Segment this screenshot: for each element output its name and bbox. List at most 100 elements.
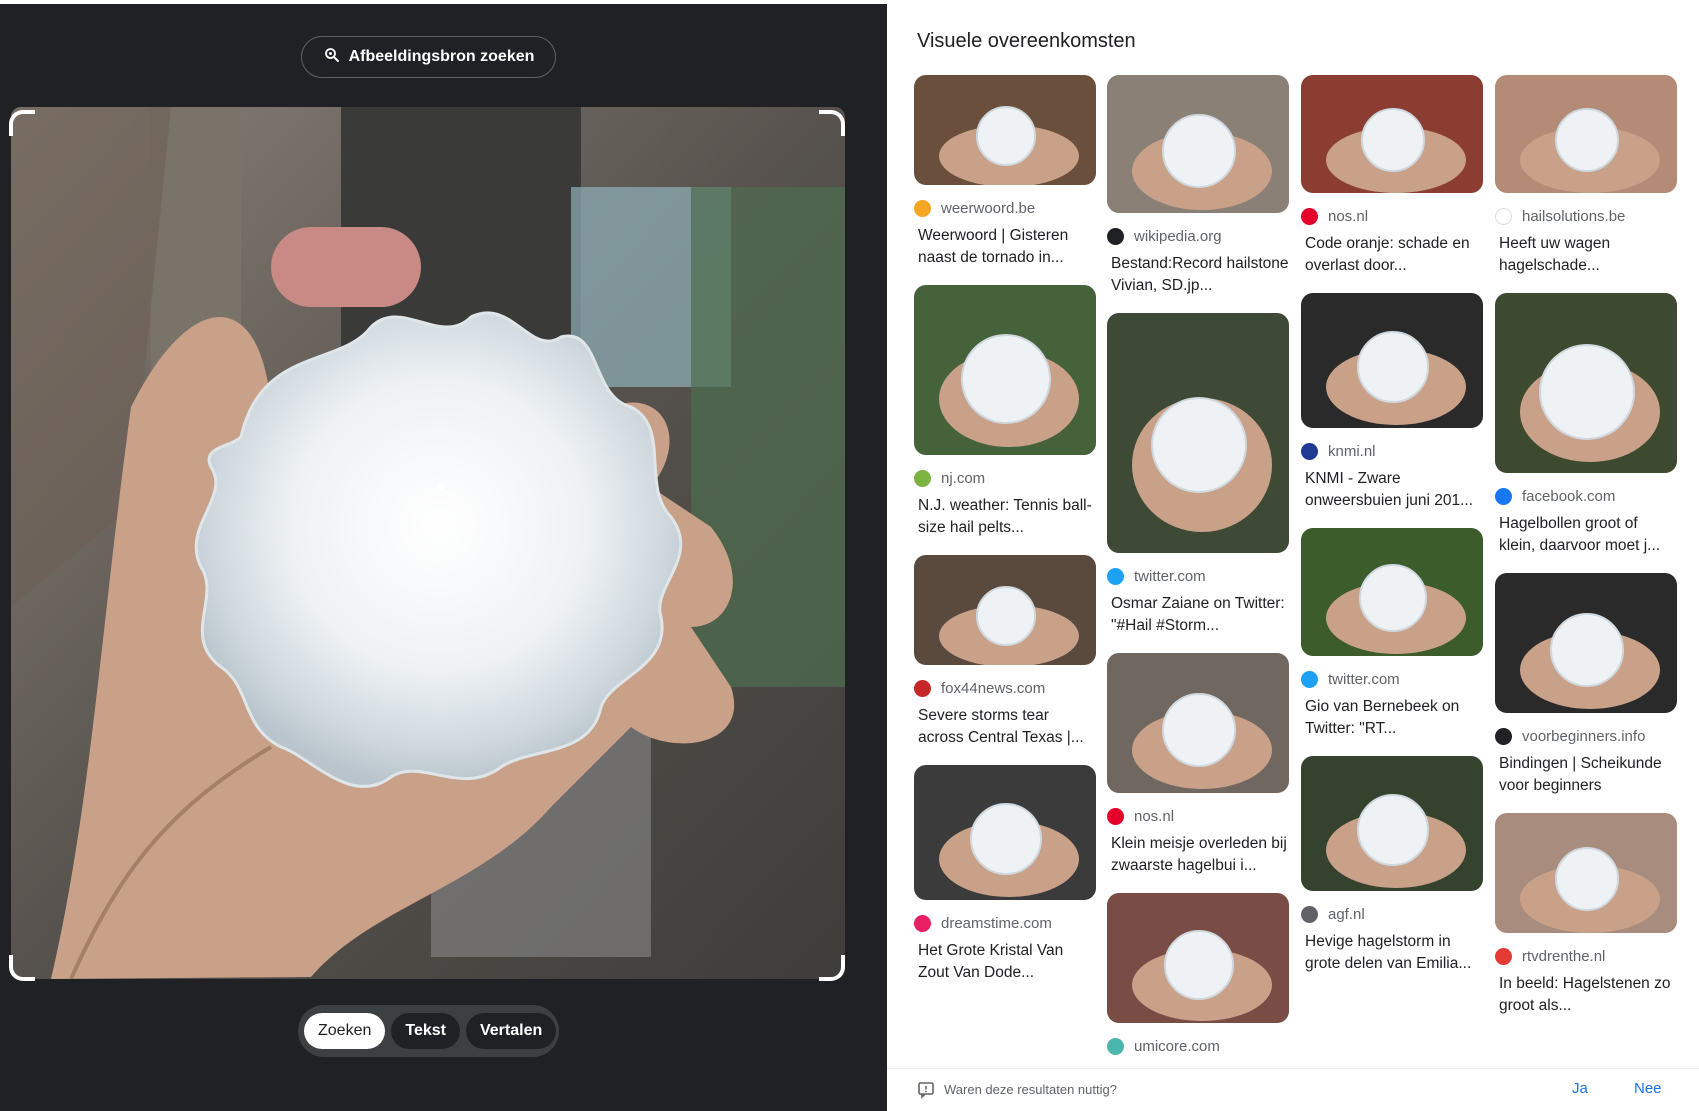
result-title[interactable]: In beeld: Hagelstenen zo groot als... — [1495, 973, 1677, 1017]
result-title[interactable]: Code oranje: schade en overlast door... — [1301, 233, 1483, 277]
result-source-label: facebook.com — [1522, 487, 1616, 505]
result-thumbnail[interactable] — [1301, 293, 1483, 428]
result-thumbnail[interactable] — [1495, 573, 1677, 713]
facebook-icon — [1495, 487, 1512, 505]
result-thumbnail[interactable] — [1107, 653, 1289, 793]
crop-handle-top-right[interactable] — [819, 110, 845, 136]
wikipedia-icon — [1107, 227, 1124, 245]
result-source[interactable]: twitter.com — [1107, 567, 1289, 585]
result-title[interactable]: KNMI - Zware onweersbuien juni 201... — [1301, 468, 1483, 512]
result-source-label: dreamstime.com — [941, 914, 1052, 932]
result-card[interactable]: hailsolutions.be Heeft uw wagen hagelscha… — [1495, 75, 1677, 277]
result-title[interactable]: Heeft uw wagen hagelschade... — [1495, 233, 1677, 277]
result-card[interactable]: facebook.com Hagelbollen groot of klein, … — [1495, 293, 1677, 557]
feedback-icon — [917, 1081, 935, 1099]
feedback-bar: Waren deze resultaten nuttig? Ja Nee — [887, 1068, 1699, 1111]
result-card[interactable]: twitter.com Gio van Bernebeek on Twitter:… — [1301, 528, 1483, 740]
mode-text-button[interactable]: Tekst — [391, 1013, 460, 1049]
result-source[interactable]: knmi.nl — [1301, 442, 1483, 460]
crop-handle-bottom-left[interactable] — [9, 955, 35, 981]
result-source-label: nos.nl — [1134, 807, 1175, 825]
result-title[interactable]: Hagelbollen groot of klein, daarvoor moe… — [1495, 513, 1677, 557]
result-source[interactable]: nos.nl — [1107, 807, 1289, 825]
result-title[interactable]: Klein meisje overleden bij zwaarste hage… — [1107, 833, 1289, 877]
result-source[interactable]: facebook.com — [1495, 487, 1677, 505]
result-thumbnail[interactable] — [1107, 75, 1289, 213]
result-thumbnail[interactable] — [914, 75, 1096, 185]
result-title[interactable]: Osmar Zaiane on Twitter: "#Hail #Storm..… — [1107, 593, 1289, 637]
result-source[interactable]: dreamstime.com — [914, 914, 1096, 932]
feedback-yes-button[interactable]: Ja — [1572, 1080, 1588, 1097]
result-card[interactable]: knmi.nl KNMI - Zware onweersbuien juni 20… — [1301, 293, 1483, 512]
result-thumbnail[interactable] — [914, 285, 1096, 455]
result-thumbnail[interactable] — [914, 555, 1096, 665]
result-title[interactable]: Gio van Bernebeek on Twitter: "RT... — [1301, 696, 1483, 740]
result-card[interactable]: twitter.com Osmar Zaiane on Twitter: "#Ha… — [1107, 313, 1289, 637]
dreamstime-icon — [914, 914, 931, 932]
result-thumbnail[interactable] — [914, 765, 1096, 900]
result-source-label: twitter.com — [1134, 567, 1206, 585]
result-thumbnail[interactable] — [1495, 813, 1677, 933]
result-source-label: umicore.com — [1134, 1037, 1220, 1055]
result-title[interactable]: N.J. weather: Tennis ball-size hail pelt… — [914, 495, 1096, 539]
result-thumbnail[interactable] — [1301, 756, 1483, 891]
result-card[interactable]: agf.nl Hevige hagelstorm in grote delen v… — [1301, 756, 1483, 975]
result-card[interactable]: dreamstime.com Het Grote Kristal Van Zout… — [914, 765, 1096, 984]
result-card[interactable]: fox44news.com Severe storms tear across C… — [914, 555, 1096, 749]
result-card[interactable]: wikipedia.org Bestand:Record hailstone Vi… — [1107, 75, 1289, 297]
result-thumbnail[interactable] — [1301, 75, 1483, 193]
globe-icon — [1301, 905, 1318, 923]
result-thumbnail[interactable] — [1107, 893, 1289, 1023]
result-source[interactable]: umicore.com — [1107, 1037, 1289, 1055]
result-card[interactable]: nos.nl Code oranje: schade en overlast do… — [1301, 75, 1483, 277]
result-source[interactable]: weerwoord.be — [914, 199, 1096, 217]
mode-search-button[interactable]: Zoeken — [304, 1013, 386, 1049]
result-source[interactable]: fox44news.com — [914, 679, 1096, 697]
selected-image[interactable] — [11, 107, 845, 979]
result-source-label: nos.nl — [1328, 207, 1369, 225]
knmi-icon — [1301, 442, 1318, 460]
nj-icon — [914, 469, 931, 487]
result-source[interactable]: twitter.com — [1301, 670, 1483, 688]
result-source-label: wikipedia.org — [1134, 227, 1222, 245]
image-panel: Afbeeldingsbron zoeken Zoeken Tekst Vert… — [0, 0, 887, 1111]
result-source[interactable]: rtvdrenthe.nl — [1495, 947, 1677, 965]
result-source[interactable]: wikipedia.org — [1107, 227, 1289, 245]
result-source[interactable]: agf.nl — [1301, 905, 1483, 923]
result-thumbnail[interactable] — [1495, 75, 1677, 193]
nos-icon — [1107, 807, 1124, 825]
crop-handle-top-left[interactable] — [9, 110, 35, 136]
result-source[interactable]: hailsolutions.be — [1495, 207, 1677, 225]
result-source[interactable]: voorbeginners.info — [1495, 727, 1677, 745]
result-thumbnail[interactable] — [1107, 313, 1289, 553]
result-title[interactable]: Bindingen | Scheikunde voor beginners — [1495, 753, 1677, 797]
mode-translate-button[interactable]: Vertalen — [465, 1013, 557, 1049]
result-card[interactable]: nj.com N.J. weather: Tennis ball-size hai… — [914, 285, 1096, 539]
umicore-icon — [1107, 1037, 1124, 1055]
result-title[interactable]: Bestand:Record hailstone Vivian, SD.jp..… — [1107, 253, 1289, 297]
hailsolutions-icon — [1495, 207, 1512, 225]
result-card[interactable]: voorbeginners.info Bindingen | Scheikunde… — [1495, 573, 1677, 797]
twitter-icon — [1107, 567, 1124, 585]
feedback-no-button[interactable]: Nee — [1634, 1080, 1662, 1097]
result-thumbnail[interactable] — [1301, 528, 1483, 656]
result-source-label: rtvdrenthe.nl — [1522, 947, 1606, 965]
result-title[interactable]: Het Grote Kristal Van Zout Van Dode... — [914, 940, 1096, 984]
lens-search-icon — [323, 46, 341, 69]
mode-selector: Zoeken Tekst Vertalen — [298, 1005, 559, 1057]
result-source[interactable]: nos.nl — [1301, 207, 1483, 225]
result-source-label: fox44news.com — [941, 679, 1046, 697]
result-title[interactable]: Severe storms tear across Central Texas … — [914, 705, 1096, 749]
sun-icon — [914, 199, 931, 217]
result-title[interactable]: Weerwoord | Gisteren naast de tornado in… — [914, 225, 1096, 269]
result-thumbnail[interactable] — [1495, 293, 1677, 473]
find-image-source-button[interactable]: Afbeeldingsbron zoeken — [301, 36, 556, 78]
result-title[interactable]: Hevige hagelstorm in grote delen van Emi… — [1301, 931, 1483, 975]
result-card[interactable]: rtvdrenthe.nl In beeld: Hagelstenen zo gr… — [1495, 813, 1677, 1017]
result-source[interactable]: nj.com — [914, 469, 1096, 487]
fox44-icon — [914, 679, 931, 697]
result-card[interactable]: nos.nl Klein meisje overleden bij zwaarst… — [1107, 653, 1289, 877]
result-card[interactable]: weerwoord.be Weerwoord | Gisteren naast d… — [914, 75, 1096, 269]
result-source-label: twitter.com — [1328, 670, 1400, 688]
result-source-label: voorbeginners.info — [1522, 727, 1646, 745]
